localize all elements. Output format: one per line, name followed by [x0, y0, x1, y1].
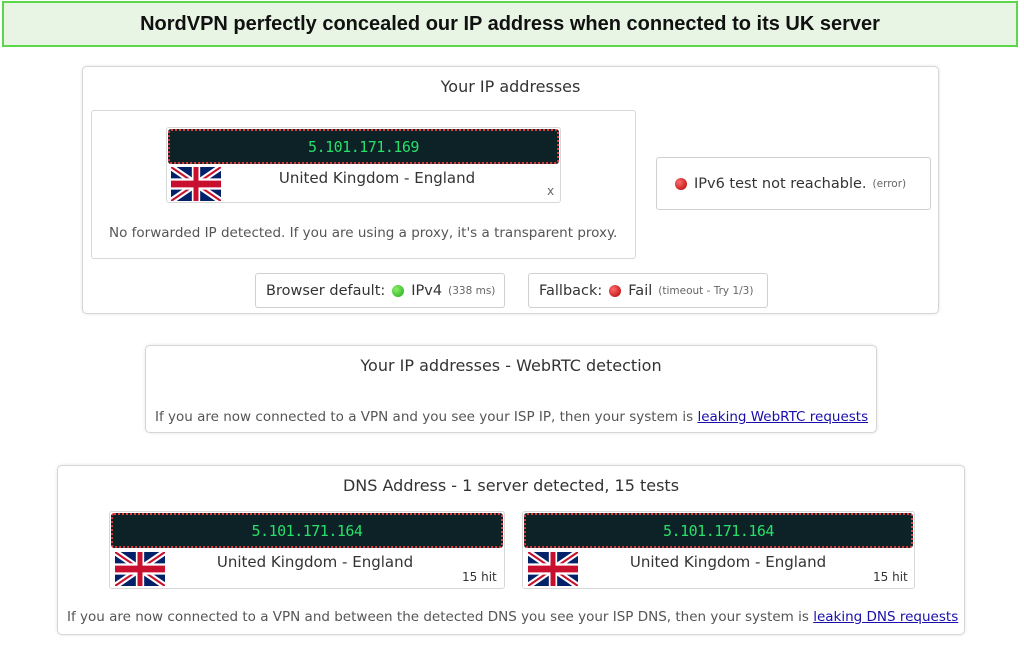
dns-note: If you are now connected to a VPN and be…	[67, 609, 958, 625]
ipv6-status-box: IPv6 test not reachable. (error)	[656, 157, 931, 210]
red-status-dot-icon	[609, 284, 622, 297]
dns-server-hits: 15 hit	[462, 570, 497, 584]
fallback-label: Fallback:	[539, 282, 603, 299]
webrtc-panel-title: Your IP addresses - WebRTC detection	[360, 356, 662, 375]
dns-panel-title: DNS Address - 1 server detected, 15 test…	[342, 476, 680, 495]
ipv4-card: 5.101.171.169 United Kingdom - England x	[166, 127, 561, 203]
ipv6-status-detail: (error)	[872, 177, 907, 190]
ipv4-address: 5.101.171.169	[168, 129, 559, 164]
ip-addresses-panel: Your IP addresses 5.101.171.169 United K…	[82, 66, 939, 314]
browser-default-box: Browser default: IPv4 (338 ms)	[255, 273, 505, 308]
ipv4-area: 5.101.171.169 United Kingdom - England x…	[91, 110, 636, 259]
dns-server-location: United Kingdom - England	[216, 553, 414, 571]
dns-server-card: 5.101.171.164 United Kingdom - England 1…	[522, 511, 915, 589]
dns-server-card: 5.101.171.164 United Kingdom - England 1…	[109, 511, 505, 589]
ipv4-location: United Kingdom - England	[278, 169, 476, 187]
dns-server-address: 5.101.171.164	[524, 513, 913, 548]
webrtc-panel: Your IP addresses - WebRTC detection If …	[145, 345, 877, 433]
forwarded-ip-note: No forwarded IP detected. If you are usi…	[109, 225, 618, 241]
caption-banner: NordVPN perfectly concealed our IP addre…	[2, 1, 1018, 47]
leaking-dns-link[interactable]: leaking DNS requests	[813, 609, 958, 625]
webrtc-note-text: If you are now connected to a VPN and yo…	[155, 409, 698, 425]
dns-server-hits: 15 hit	[873, 570, 908, 584]
browser-default-value: IPv4	[411, 282, 443, 299]
green-status-dot-icon	[392, 284, 405, 297]
fallback-box: Fallback: Fail (timeout - Try 1/3)	[528, 273, 768, 308]
uk-flag-icon	[115, 552, 165, 586]
browser-default-detail: (338 ms)	[448, 284, 496, 297]
uk-flag-icon	[171, 167, 221, 201]
fallback-detail: (timeout - Try 1/3)	[658, 284, 754, 297]
fallback-value: Fail	[628, 282, 653, 299]
browser-default-label: Browser default:	[266, 282, 386, 299]
dns-panel: DNS Address - 1 server detected, 15 test…	[57, 465, 965, 635]
dns-server-address: 5.101.171.164	[111, 513, 503, 548]
uk-flag-icon	[528, 552, 578, 586]
red-status-dot-icon	[675, 177, 687, 190]
webrtc-note: If you are now connected to a VPN and yo…	[155, 409, 868, 425]
dns-note-text: If you are now connected to a VPN and be…	[67, 609, 814, 625]
close-icon[interactable]: x	[547, 184, 554, 198]
leaking-webrtc-link[interactable]: leaking WebRTC requests	[697, 409, 868, 425]
dns-server-location: United Kingdom - England	[629, 553, 827, 571]
ipv6-status-text: IPv6 test not reachable.	[694, 175, 867, 192]
ip-panel-title: Your IP addresses	[440, 77, 581, 96]
